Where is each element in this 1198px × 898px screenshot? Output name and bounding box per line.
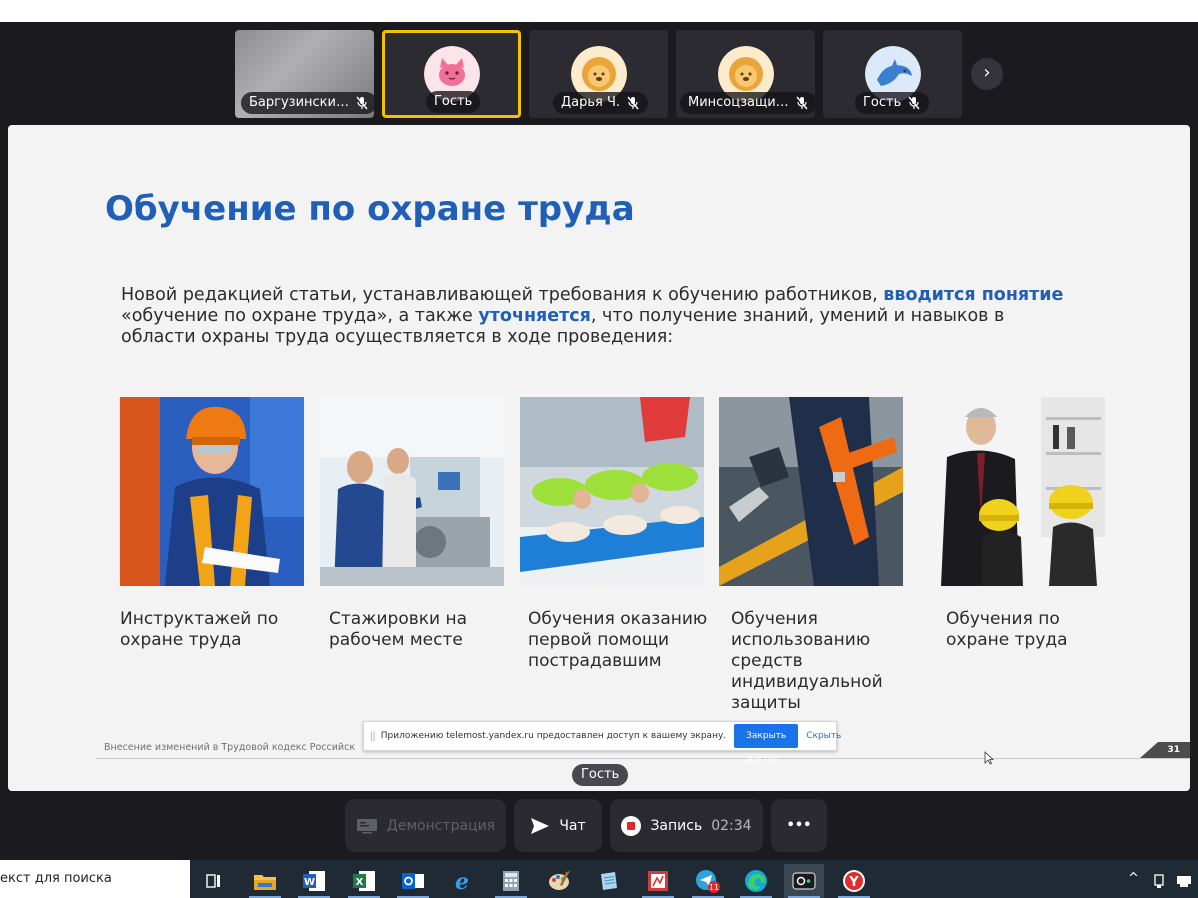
screen-share-icon — [356, 818, 377, 833]
pdf-reader-icon[interactable] — [638, 864, 678, 898]
svg-text:W: W — [304, 877, 315, 888]
more-dots-icon: ••• — [786, 818, 812, 833]
participant-tile-1[interactable]: Баргузински… — [235, 30, 374, 118]
photo-first-aid-training — [520, 397, 704, 586]
top-window-bar — [0, 0, 1198, 22]
participant-tile-5[interactable]: Гость — [823, 30, 962, 118]
file-explorer-icon[interactable] — [245, 864, 285, 898]
slide-footer-divider — [96, 758, 1190, 759]
participant-name-badge: Минсоцзащи… — [680, 92, 815, 114]
slide-intro: Новой редакцией статьи, устанавливающей … — [121, 285, 1081, 348]
mic-muted-icon — [627, 96, 639, 110]
item-caption: Обучения по охране труда — [946, 609, 1068, 650]
intro-highlight: вводится понятие — [883, 285, 1064, 305]
screen-share-notice: || Приложению telemost.yandex.ru предост… — [363, 721, 841, 765]
svg-text:Y: Y — [848, 875, 859, 890]
task-view-icon[interactable] — [195, 864, 235, 898]
windows-taskbar: екст для поиска W X e 11 Y ^ — [0, 860, 1198, 898]
participant-name-badge: Гость — [426, 91, 481, 113]
tray-chevron-up-icon[interactable]: ^ — [1128, 860, 1139, 898]
screen-share-button[interactable]: Демонстрация — [345, 799, 506, 852]
participant-name-badge: Гость — [855, 92, 930, 114]
participant-name: Баргузински… — [249, 95, 349, 110]
word-icon[interactable]: W — [294, 864, 334, 898]
chat-button[interactable]: Чат — [514, 799, 602, 852]
drag-handle-icon[interactable]: || — [370, 731, 376, 742]
participant-tile-2[interactable]: Гость — [382, 30, 521, 118]
stop-sharing-button[interactable]: Закрыть доступ — [734, 724, 799, 765]
record-button[interactable]: Запись 02:34 — [610, 799, 763, 852]
telegram-icon[interactable]: 11 — [688, 864, 728, 898]
share-message: Приложению telemost.yandex.ru предоставл… — [380, 731, 727, 741]
item-caption: Стажировки на рабочем месте — [329, 609, 468, 650]
item-caption: Обучения использованию средств индивидуа… — [731, 609, 883, 713]
tray-device-icon[interactable] — [1170, 864, 1198, 898]
slide-page-number: 31 — [1140, 742, 1190, 758]
telegram-unread-badge: 11 — [709, 883, 719, 892]
intro-text: Новой редакцией статьи, устанавливающей … — [121, 285, 884, 305]
notepad-icon[interactable] — [589, 864, 629, 898]
item-caption: Обучения оказанию первой помощи пострада… — [528, 609, 708, 671]
photo-safety-training-office — [921, 397, 1105, 586]
calculator-icon[interactable] — [491, 864, 531, 898]
record-icon — [621, 815, 642, 836]
mic-muted-icon — [356, 96, 368, 110]
next-participants-button[interactable]: › — [971, 58, 1003, 90]
intro-text: «обучение по охране труда», а также — [121, 306, 479, 326]
mic-muted-icon — [908, 96, 920, 110]
tray-network-icon[interactable] — [1145, 864, 1173, 898]
shared-screen-slide: Обучение по охране труда Новой редакцией… — [8, 125, 1190, 791]
excel-icon[interactable]: X — [344, 864, 384, 898]
participant-name: Минсоцзащи… — [688, 95, 789, 110]
screen-share-label: Демонстрация — [386, 817, 496, 834]
send-icon — [531, 817, 550, 834]
internet-explorer-icon[interactable]: e — [442, 864, 482, 898]
paint-icon[interactable] — [540, 864, 580, 898]
intro-highlight: уточняется — [478, 306, 591, 326]
item-caption: Инструктажей по охране труда — [120, 609, 279, 650]
participant-name: Гость — [434, 94, 473, 109]
taskbar-search-box[interactable]: екст для поиска — [0, 860, 190, 898]
photo-worker-briefing — [120, 397, 304, 586]
edge-browser-icon[interactable] — [736, 864, 776, 898]
chevron-right-icon: › — [983, 62, 991, 83]
svg-text:e: e — [455, 870, 469, 892]
outlook-icon[interactable] — [393, 864, 433, 898]
record-timer: 02:34 — [711, 817, 752, 834]
participant-name: Гость — [863, 95, 902, 110]
telemost-app-icon[interactable] — [784, 864, 824, 898]
participant-name-badge: Баргузински… — [241, 92, 374, 114]
participant-name: Дарья Ч. — [561, 95, 621, 110]
photo-ppe-harness — [719, 397, 903, 586]
yandex-browser-icon[interactable]: Y — [834, 864, 874, 898]
participant-tile-4[interactable]: Минсоцзащи… — [676, 30, 815, 118]
mic-muted-icon — [796, 96, 808, 110]
slide-title: Обучение по охране труда — [105, 189, 635, 229]
active-speaker-label: Гость — [572, 764, 629, 786]
photo-workplace-internship — [320, 397, 504, 586]
mouse-cursor-icon — [984, 751, 994, 765]
more-options-button[interactable]: ••• — [771, 799, 827, 852]
participant-name-badge: Дарья Ч. — [553, 92, 649, 114]
hide-notice-link[interactable]: Скрыть — [806, 731, 841, 741]
record-label: Запись — [650, 817, 703, 834]
participant-tile-3[interactable]: Дарья Ч. — [529, 30, 668, 118]
chat-label: Чат — [559, 817, 586, 834]
slide-footer-text: Внесение изменений в Трудовой кодекс Рос… — [104, 742, 356, 753]
svg-text:X: X — [356, 877, 364, 888]
